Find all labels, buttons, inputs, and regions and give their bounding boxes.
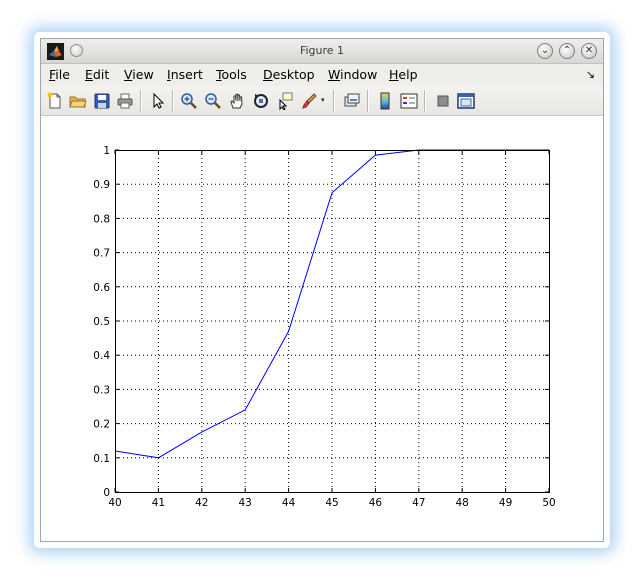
hide-plot-tools-button[interactable] (434, 92, 452, 110)
dock-arrow-icon[interactable]: ↘ (586, 68, 595, 81)
brush-icon (302, 93, 317, 109)
open-file-icon (69, 96, 87, 108)
menu-view[interactable]: View (124, 67, 154, 82)
x-tick-label: 48 (456, 497, 469, 509)
y-tick-label: 0.4 (93, 350, 110, 362)
y-tick-label: 0.1 (93, 453, 110, 465)
y-tick-label: 0.3 (93, 384, 110, 396)
hide-plot-tools-icon (437, 95, 449, 107)
figure-window: Figure 1 ⌄ ⌃ ✕ File Edit View Insert Too… (40, 38, 604, 542)
legend-icon (400, 93, 418, 109)
x-tick-label: 47 (412, 497, 425, 509)
x-tick-label: 49 (499, 497, 512, 509)
brush-dropdown-icon[interactable]: ▾ (321, 96, 325, 104)
x-tick-labels: 40 41 42 43 44 45 46 47 48 49 50 (108, 497, 555, 509)
x-tick-label: 45 (325, 497, 338, 509)
x-tick-label: 50 (542, 497, 555, 509)
axes-plot[interactable]: 40 41 42 43 44 45 46 47 48 49 50 00.10.20.30.40.50… (41, 116, 603, 542)
menu-window[interactable]: Window (328, 67, 377, 82)
y-tick-label: 0.9 (93, 179, 110, 191)
edit-plot-button[interactable] (149, 92, 167, 110)
show-plot-tools-button[interactable] (457, 92, 475, 110)
y-tick-label: 1 (103, 145, 110, 157)
menu-bar: File Edit View Insert Tools Desktop Wind… (41, 64, 603, 86)
link-plot-icon (344, 93, 360, 107)
open-file-button[interactable] (69, 92, 87, 110)
insert-legend-button[interactable] (400, 92, 418, 110)
print-button[interactable] (116, 92, 134, 110)
rotate-3d-button[interactable] (252, 92, 270, 110)
rotate-3d-icon (254, 94, 268, 108)
y-tick-label: 0.5 (93, 316, 110, 328)
menu-tools[interactable]: Tools (216, 67, 247, 82)
print-icon (117, 93, 133, 109)
series-line (114, 149, 549, 459)
maximize-button[interactable]: ⌃ (559, 43, 575, 59)
menu-file[interactable]: File (49, 67, 70, 82)
new-figure-icon (47, 92, 61, 109)
figure-canvas[interactable]: 40 41 42 43 44 45 46 47 48 49 50 0 0.1 0.2 0.3 0.4 0.5 0… (41, 116, 603, 542)
colorbar-icon (380, 92, 390, 110)
data-cursor-button[interactable] (276, 92, 294, 110)
zoom-out-icon (205, 93, 221, 109)
link-plot-button[interactable] (343, 92, 361, 110)
close-icon: ✕ (584, 45, 594, 56)
toolbar-separator (172, 90, 174, 112)
x-tick-label: 44 (282, 497, 296, 509)
x-tick-label: 42 (195, 497, 208, 509)
zoom-in-button[interactable] (180, 92, 198, 110)
pan-hand-icon (230, 93, 243, 109)
new-figure-button[interactable] (46, 92, 64, 110)
chevron-up-icon: ⌃ (562, 45, 572, 56)
y-tick-label: 0.6 (93, 282, 110, 294)
save-button[interactable] (93, 92, 111, 110)
menu-edit[interactable]: Edit (85, 67, 109, 82)
x-tick-label: 40 (108, 497, 121, 509)
x-tick-label: 41 (152, 497, 165, 509)
y-tick-label: 0 (103, 487, 110, 499)
y-tick-label: 0.7 (93, 248, 110, 260)
menu-help[interactable]: Help (389, 67, 418, 82)
menu-desktop[interactable]: Desktop (263, 67, 315, 82)
toolbar-separator (140, 90, 142, 112)
toolbar-separator (333, 90, 335, 112)
pan-button[interactable] (228, 92, 246, 110)
chevron-down-icon: ⌄ (540, 45, 550, 56)
toolbar-separator (367, 90, 369, 112)
title-bar[interactable]: Figure 1 ⌄ ⌃ ✕ (41, 39, 603, 64)
data-series (114, 149, 549, 459)
figure-toolbar: ▾ (41, 86, 603, 116)
x-tick-label: 43 (239, 497, 252, 509)
close-button[interactable]: ✕ (581, 43, 597, 59)
minimize-button[interactable]: ⌄ (537, 43, 553, 59)
zoom-in-icon (181, 93, 197, 109)
y-tick-label: 0.8 (93, 213, 110, 225)
zoom-out-button[interactable] (204, 92, 222, 110)
grid-lines (115, 150, 549, 492)
y-tick-label: 0.2 (93, 419, 110, 431)
axes-box (115, 150, 550, 493)
x-tick-label: 46 (369, 497, 383, 509)
window-title: Figure 1 (299, 44, 345, 57)
brush-button[interactable] (300, 92, 318, 110)
insert-colorbar-button[interactable] (376, 92, 394, 110)
save-icon (94, 93, 110, 109)
edit-plot-arrow-icon (153, 92, 165, 109)
toolbar-separator (424, 90, 426, 112)
menu-insert[interactable]: Insert (167, 67, 203, 82)
y-tick-labels: 0 0.1 0.2 0.3 0.4 0.5 0.6 0.7 0.8 0.9 1 (93, 145, 110, 499)
data-cursor-icon (279, 92, 293, 110)
show-plot-tools-icon (457, 93, 475, 109)
